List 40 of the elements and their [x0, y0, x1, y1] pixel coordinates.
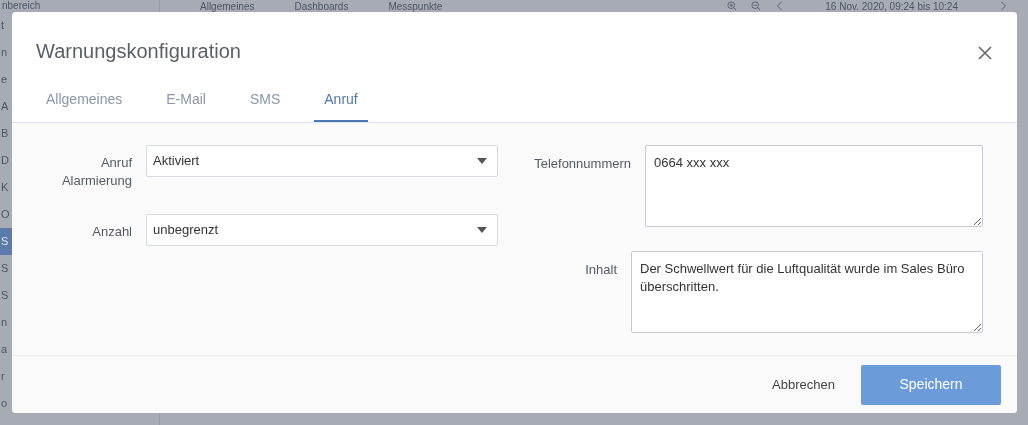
- sidebar-header: nbereich: [1, 0, 42, 12]
- text-area[interactable]: Der Schwellwert für die Luftqualität wurde im Sales Büro überschritten.: [631, 251, 983, 333]
- sidebar-item[interactable]: O: [0, 201, 12, 228]
- chevron-right-icon[interactable]: [998, 1, 1008, 11]
- sidebar-item[interactable]: B: [0, 120, 12, 147]
- save-button[interactable]: Speichern: [861, 364, 1001, 405]
- sidebar-item[interactable]: e: [0, 66, 12, 93]
- sidebar-item[interactable]: o: [0, 390, 12, 417]
- sidebar-item[interactable]: S: [0, 228, 12, 255]
- field-label: Inhalt: [584, 261, 617, 279]
- cancel-button[interactable]: Abbrechen: [772, 366, 835, 403]
- sidebar-item[interactable]: n: [0, 309, 12, 336]
- field-label: Telefonnummern: [533, 155, 631, 173]
- dialog-title: Warnungskonfiguration: [36, 39, 241, 63]
- close-icon: [977, 44, 993, 61]
- sidebar-item[interactable]: A: [0, 93, 12, 120]
- sidebar-item[interactable]: r: [0, 363, 12, 390]
- nav-tab[interactable]: Dashboards: [294, 0, 349, 12]
- field-label: Anzahl: [91, 223, 132, 241]
- caret-icon: [477, 158, 487, 164]
- sidebar-item[interactable]: t: [0, 12, 12, 39]
- sidebar-item[interactable]: a: [0, 336, 12, 363]
- sidebar-item[interactable]: K: [0, 174, 12, 201]
- select-field[interactable]: unbegrenzt: [146, 214, 498, 246]
- nav-tab[interactable]: Allgemeines: [200, 0, 255, 12]
- select-field[interactable]: Aktiviert: [146, 145, 498, 177]
- tab[interactable]: SMS: [239, 85, 291, 122]
- zoom-in-icon[interactable]: [727, 1, 738, 11]
- sidebar-item[interactable]: S: [0, 282, 12, 309]
- sidebar-item[interactable]: S: [0, 255, 12, 282]
- nav-tab[interactable]: Messpunkte: [388, 0, 443, 12]
- sidebar-item[interactable]: D: [0, 147, 12, 174]
- caret-icon: [477, 227, 487, 233]
- tab[interactable]: E-Mail: [156, 85, 216, 122]
- field-label: Anruf Alarmierung: [60, 154, 132, 190]
- text-area[interactable]: 0664 xxx xxx: [645, 145, 983, 227]
- tab[interactable]: Allgemeines: [36, 85, 133, 122]
- time-range: 16 Nov. 2020, 09:24 bis 10:24: [825, 0, 958, 12]
- sidebar-item[interactable]: n: [0, 39, 12, 66]
- zoom-out-icon[interactable]: [751, 1, 762, 11]
